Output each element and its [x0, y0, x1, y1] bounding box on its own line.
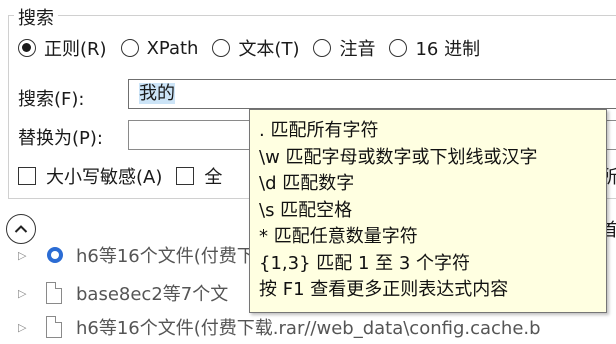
radio-text[interactable]: 文本(T): [212, 35, 299, 61]
file-icon: [46, 316, 62, 338]
search-group-title: 搜索: [14, 4, 58, 30]
radio-regex[interactable]: 正则(R): [18, 35, 107, 61]
result-text: h6等16个文件(付费下载.rar//web_data\config.cache…: [76, 318, 541, 339]
search-options-row: 大小写敏感(A) 全: [18, 163, 236, 189]
radio-hex-indicator: [389, 39, 408, 57]
radio-text-label: 文本(T): [238, 39, 300, 60]
radio-xpath[interactable]: XPath: [120, 37, 199, 59]
radio-hex[interactable]: 16 进制: [389, 35, 480, 61]
search-input-value: 我的: [139, 83, 175, 104]
file-icon: [46, 282, 62, 304]
result-text: base8ec2等7个文: [76, 284, 229, 305]
expand-arrow-icon[interactable]: ▷: [18, 287, 28, 300]
tooltip-line: * 匹配任意数量字符: [259, 226, 418, 247]
expand-arrow-icon[interactable]: ▷: [18, 249, 28, 262]
expand-arrow-icon[interactable]: ▷: [18, 321, 28, 334]
radio-xpath-indicator: [120, 39, 139, 57]
whole-word-box: [176, 167, 195, 185]
radio-regex-indicator: [18, 39, 36, 57]
radio-pinyin-label: 注音: [339, 39, 376, 60]
radio-regex-label: 正则(R): [44, 39, 107, 60]
tooltip-line: \w 匹配字母或数字或下划线或汉字: [259, 146, 538, 168]
result-row[interactable]: ▷ h6等16个文件(付费下载.rar//web_data\config.cac…: [0, 310, 616, 344]
group-border-top: [8, 15, 616, 16]
group-border-left: [8, 15, 9, 198]
chevron-up-icon: [14, 225, 28, 233]
search-mode-radio-group: 正则(R) XPath 文本(T) 注音 16 进制: [18, 35, 494, 61]
case-sensitive-box: [18, 167, 36, 185]
radio-text-indicator: [212, 39, 231, 57]
tooltip-line: . 匹配所有字符: [259, 120, 379, 141]
tooltip-line: {1,3} 匹配 1 至 3 个字符: [259, 252, 471, 274]
radio-pinyin[interactable]: 注音: [313, 35, 375, 61]
browser-icon: [47, 247, 63, 263]
whole-word-label: 全: [204, 167, 223, 188]
radio-pinyin-indicator: [313, 39, 332, 57]
result-text: h6等16个文件(付费下载: [76, 246, 273, 267]
radio-hex-label: 16 进制: [415, 39, 481, 60]
tooltip-line: 按 F1 查看更多正则表达式内容: [259, 279, 509, 300]
tooltip-line: \d 匹配数字: [259, 173, 355, 194]
regex-help-tooltip: . 匹配所有字符 \w 匹配字母或数字或下划线或汉字 \d 匹配数字 \s 匹配…: [249, 109, 607, 313]
radio-xpath-label: XPath: [146, 37, 199, 59]
replace-label: 替换为(P):: [18, 128, 103, 149]
case-sensitive-checkbox[interactable]: 大小写敏感(A): [18, 163, 162, 189]
whole-word-checkbox[interactable]: 全: [176, 163, 222, 189]
search-input[interactable]: 我的: [128, 79, 616, 109]
case-sensitive-label: 大小写敏感(A): [46, 167, 163, 188]
tooltip-line: \s 匹配空格: [259, 199, 353, 221]
search-label: 搜索(F):: [18, 89, 85, 110]
